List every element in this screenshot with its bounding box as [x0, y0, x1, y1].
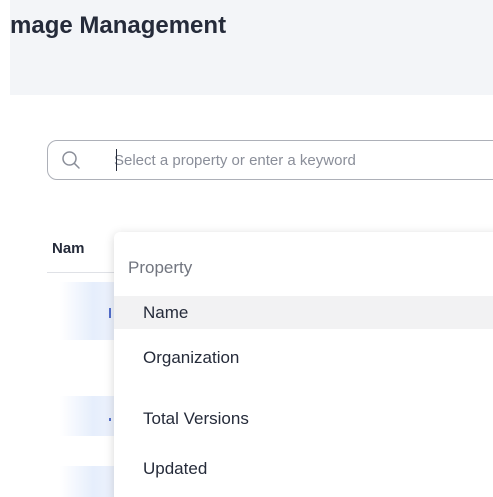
search-box[interactable]	[47, 140, 493, 180]
table-row[interactable]	[60, 396, 120, 436]
search-icon	[61, 150, 81, 170]
property-dropdown: Property Name Organization Total Version…	[114, 232, 493, 497]
table-row[interactable]	[60, 282, 120, 340]
dropdown-heading: Property	[128, 258, 193, 277]
row-link[interactable]	[109, 418, 111, 421]
page-title: mage Management	[10, 12, 227, 39]
dropdown-item-updated[interactable]: Updated	[114, 452, 493, 485]
dropdown-item-name[interactable]: Name	[114, 296, 493, 329]
column-header-name[interactable]: Nam	[52, 240, 85, 257]
dropdown-item-label: Name	[143, 303, 189, 322]
page-header: mage Management	[10, 0, 493, 95]
text-cursor	[116, 149, 117, 171]
dropdown-item-label: Organization	[143, 348, 240, 367]
dropdown-item-label: Total Versions	[143, 409, 249, 428]
dropdown-item-label: Updated	[143, 459, 208, 478]
row-link[interactable]	[109, 308, 111, 318]
dropdown-item-organization[interactable]: Organization	[114, 341, 493, 374]
dropdown-item-total-versions[interactable]: Total Versions	[114, 402, 493, 435]
search-input[interactable]	[114, 141, 493, 179]
table-row[interactable]	[60, 466, 120, 497]
